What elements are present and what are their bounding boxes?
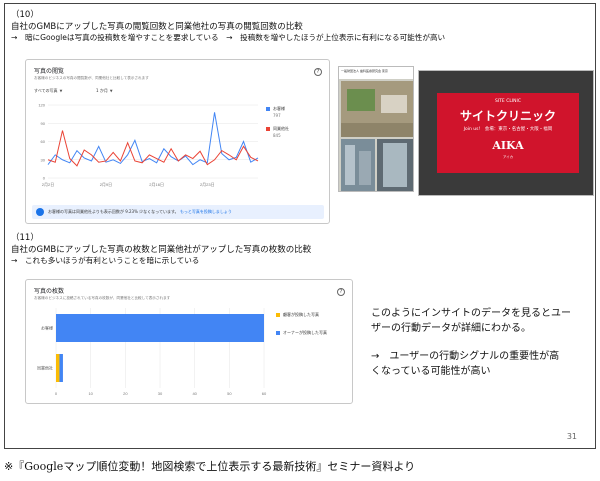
section1-subtitle: → 暗にGoogleは写真の投稿数を増やすことを要求している → 投稿数を増やし… bbox=[11, 33, 446, 42]
legend-item-owner: オーナーが投稿した写真 bbox=[276, 330, 327, 336]
section2-title: 自社のGMBにアップした写真の枚数と同業他社がアップした写真の枚数の比較 bbox=[11, 245, 312, 255]
legend-label: 顧客が投稿した写真 bbox=[283, 312, 319, 317]
legend-swatch bbox=[276, 331, 280, 335]
legend-label: オーナーが投稿した写真 bbox=[283, 330, 327, 335]
legend-label: お客様 bbox=[273, 106, 285, 111]
legend-value: 797 bbox=[273, 113, 281, 118]
photo-views-card: 写真の閲覧 お客様のビジネスの写真の閲覧数が、同業他社と比較して表示されます ?… bbox=[25, 59, 330, 224]
legend-item-self: お客様 797 bbox=[266, 106, 285, 118]
window-view-image bbox=[377, 139, 413, 191]
section2-number: （11） bbox=[11, 233, 39, 243]
note-line-3: → ユーザーの行動シグナルの重要性が高 bbox=[371, 351, 560, 362]
x-tick-label: 40 bbox=[192, 391, 197, 396]
x-tick-label: 10 bbox=[88, 391, 93, 396]
notice-text: お客様の写真は同業他社よりも表示回数が 9.23% 少なくなっています。 もっと… bbox=[48, 209, 232, 215]
y-tick-label: 120 bbox=[38, 103, 45, 108]
x-tick-label: 60 bbox=[262, 391, 267, 396]
category-label: 同業他社 bbox=[37, 365, 53, 371]
legend-swatch bbox=[266, 127, 270, 131]
legend-label: 同業他社 bbox=[273, 126, 289, 131]
bar bbox=[56, 354, 60, 382]
note-line-4: くなっている可能性が高い bbox=[371, 366, 491, 377]
screen-title: サイトクリニック bbox=[459, 109, 556, 123]
notice-message: お客様の写真は同業他社よりも表示回数が 9.23% 少なくなっています。 bbox=[48, 209, 179, 214]
x-tick-label: 2月2日 bbox=[42, 182, 54, 187]
x-tick-label: 0 bbox=[55, 391, 58, 396]
screen-subtitle: Join us! 会場：東京・名古屋・大阪・福岡 bbox=[463, 127, 553, 132]
notice-banner: お客様の写真は同業他社よりも表示回数が 9.23% 少なくなっています。 もっと… bbox=[32, 205, 324, 219]
photo-count-bar-chart: 0 10 20 30 40 50 60 お客様同業他社 bbox=[37, 308, 267, 396]
legend-item-customer: 顧客が投稿した写真 bbox=[276, 312, 319, 318]
screen-display: SITE CLINIC サイトクリニック Join us! 会場：東京・名古屋・… bbox=[437, 93, 579, 173]
aika-logo-sub: アイカ bbox=[502, 155, 514, 159]
legend-swatch bbox=[276, 313, 280, 317]
section1-title: 自社のGMBにアップした写真の閲覧回数と同業他社の写真の閲覧回数の比較 bbox=[11, 22, 303, 32]
x-tick-label: 2月9日 bbox=[100, 182, 112, 187]
legend-swatch bbox=[266, 107, 270, 111]
source-footer: ※『Googleマップ順位変動！地図検索で上位表示する最新技術』セミナー資料より bbox=[4, 460, 416, 473]
office-photo-collage: 一般財団法人 歯科医療研究会 東京 bbox=[338, 66, 414, 192]
camera-icon bbox=[36, 208, 44, 216]
bar bbox=[56, 314, 264, 342]
x-tick-label: 30 bbox=[158, 391, 163, 396]
category-label: お客様 bbox=[41, 325, 53, 331]
photo-caption: 一般財団法人 歯科医療研究会 東京 bbox=[339, 67, 413, 79]
page-number: 31 bbox=[566, 432, 577, 441]
bar bbox=[59, 354, 63, 382]
section1-number: （10） bbox=[11, 10, 39, 20]
post-photos-link[interactable]: もっと写真を投稿しましょう bbox=[180, 209, 232, 214]
office-interior-image bbox=[341, 81, 413, 137]
screen-brand: SITE CLINIC bbox=[494, 99, 522, 104]
seminar-screen-photo: SITE CLINIC サイトクリニック Join us! 会場：東京・名古屋・… bbox=[418, 70, 594, 196]
x-tick-label: 2月16日 bbox=[149, 182, 164, 187]
y-tick-label: 0 bbox=[43, 176, 46, 181]
legend-value: 845 bbox=[273, 133, 281, 138]
slide: （10） 自社のGMBにアップした写真の閲覧回数と同業他社の写真の閲覧回数の比較… bbox=[4, 3, 596, 449]
x-tick-label: 20 bbox=[123, 391, 128, 396]
section2-subtitle: → これも多いほうが有利ということを暗に示している bbox=[11, 256, 200, 265]
y-tick-label: 90 bbox=[41, 121, 46, 126]
x-tick-label: 50 bbox=[227, 391, 232, 396]
x-tick-label: 2月23日 bbox=[200, 182, 215, 187]
note-line-2: ザーの行動データが詳細にわかる。 bbox=[371, 323, 531, 334]
y-tick-label: 60 bbox=[41, 139, 46, 144]
building-image bbox=[341, 139, 375, 191]
legend-item-competitor: 同業他社 845 bbox=[266, 126, 289, 138]
y-tick-label: 30 bbox=[41, 157, 46, 162]
note-line-1: このようにインサイトのデータを見るとユー bbox=[371, 308, 571, 319]
aika-logo: AIKA bbox=[492, 139, 524, 152]
photo-count-card: 写真の枚数 お客様のビジネスに投稿されている写真の枚数が、同業他社と比較して表示… bbox=[25, 279, 353, 404]
